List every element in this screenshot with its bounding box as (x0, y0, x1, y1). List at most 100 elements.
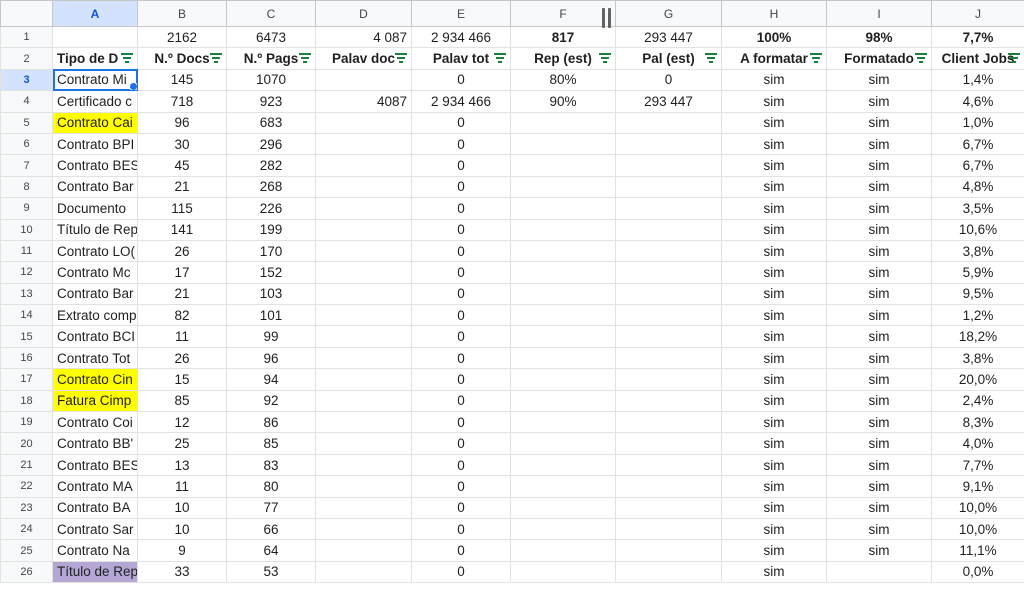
cell-c20[interactable]: 85 (226, 432, 316, 455)
cell-g3[interactable]: 0 (615, 68, 722, 92)
cell-a14[interactable]: Extrato comp (52, 304, 138, 327)
cell-f15[interactable] (510, 325, 616, 348)
cell-c8[interactable]: 268 (226, 175, 316, 199)
cell-f10[interactable] (510, 218, 616, 241)
cell-j19[interactable]: 8,3% (931, 411, 1024, 434)
row-header-13[interactable]: 13 (0, 282, 53, 306)
row-header-2[interactable]: 2 (0, 47, 53, 70)
cell-c22[interactable]: 80 (226, 475, 316, 498)
summary-cell-c[interactable]: 6473 (226, 25, 316, 49)
cell-f11[interactable] (510, 239, 616, 263)
cell-i16[interactable]: sim (826, 346, 932, 370)
cell-e26[interactable]: 0 (411, 560, 511, 584)
cell-h3[interactable]: sim (721, 68, 827, 92)
cell-e8[interactable]: 0 (411, 175, 511, 199)
cell-j6[interactable]: 6,7% (931, 132, 1024, 156)
cell-h24[interactable]: sim (721, 517, 827, 541)
cell-d17[interactable] (315, 368, 412, 391)
cell-h21[interactable]: sim (721, 453, 827, 477)
cell-h5[interactable]: sim (721, 111, 827, 134)
cell-f18[interactable] (510, 389, 616, 413)
cell-j20[interactable]: 4,0% (931, 432, 1024, 455)
cell-g4[interactable]: 293 447 (615, 90, 722, 113)
filter-icon[interactable] (299, 53, 311, 64)
cell-a18[interactable]: Fatura Cimp (52, 389, 138, 413)
cell-e4[interactable]: 2 934 466 (411, 90, 511, 113)
cell-e12[interactable]: 0 (411, 261, 511, 284)
cell-c17[interactable]: 94 (226, 368, 316, 391)
cell-f3[interactable]: 80% (510, 68, 616, 92)
cell-j24[interactable]: 10,0% (931, 517, 1024, 541)
cell-i6[interactable]: sim (826, 132, 932, 156)
cell-h19[interactable]: sim (721, 411, 827, 434)
select-all-corner[interactable] (0, 0, 53, 27)
cell-b24[interactable]: 10 (137, 517, 227, 541)
cell-d21[interactable] (315, 453, 412, 477)
cell-i17[interactable]: sim (826, 368, 932, 391)
cell-c25[interactable]: 64 (226, 539, 316, 562)
cell-j21[interactable]: 7,7% (931, 453, 1024, 477)
header-cell-f[interactable]: Rep (est) (510, 47, 616, 70)
summary-cell-a[interactable] (52, 25, 138, 49)
row-header-11[interactable]: 11 (0, 239, 53, 263)
cell-f8[interactable] (510, 175, 616, 199)
cell-f12[interactable] (510, 261, 616, 284)
column-header-a[interactable]: A (52, 0, 138, 27)
cell-h20[interactable]: sim (721, 432, 827, 455)
cell-j4[interactable]: 4,6% (931, 90, 1024, 113)
row-header-14[interactable]: 14 (0, 304, 53, 327)
cell-e11[interactable]: 0 (411, 239, 511, 263)
column-header-h[interactable]: H (721, 0, 827, 27)
cell-h15[interactable]: sim (721, 325, 827, 348)
cell-i18[interactable]: sim (826, 389, 932, 413)
row-header-25[interactable]: 25 (0, 539, 53, 562)
cell-d3[interactable] (315, 68, 412, 92)
cell-j13[interactable]: 9,5% (931, 282, 1024, 306)
row-header-12[interactable]: 12 (0, 261, 53, 284)
cell-a7[interactable]: Contrato BES (52, 154, 138, 177)
cell-i21[interactable]: sim (826, 453, 932, 477)
cell-b16[interactable]: 26 (137, 346, 227, 370)
cell-c18[interactable]: 92 (226, 389, 316, 413)
cell-g11[interactable] (615, 239, 722, 263)
cell-d22[interactable] (315, 475, 412, 498)
cell-g24[interactable] (615, 517, 722, 541)
cell-f13[interactable] (510, 282, 616, 306)
filter-icon[interactable] (121, 53, 133, 64)
cell-c12[interactable]: 152 (226, 261, 316, 284)
column-header-b[interactable]: B (137, 0, 227, 27)
cell-i10[interactable]: sim (826, 218, 932, 241)
cell-f4[interactable]: 90% (510, 90, 616, 113)
cell-i22[interactable]: sim (826, 475, 932, 498)
cell-b12[interactable]: 17 (137, 261, 227, 284)
row-header-24[interactable]: 24 (0, 517, 53, 541)
cell-d7[interactable] (315, 154, 412, 177)
cell-i15[interactable]: sim (826, 325, 932, 348)
cell-d14[interactable] (315, 304, 412, 327)
cell-a24[interactable]: Contrato Sar (52, 517, 138, 541)
row-header-4[interactable]: 4 (0, 90, 53, 113)
cell-i19[interactable]: sim (826, 411, 932, 434)
row-header-1[interactable]: 1 (0, 25, 53, 49)
cell-f5[interactable] (510, 111, 616, 134)
filter-icon[interactable] (1008, 53, 1020, 64)
cell-h26[interactable]: sim (721, 560, 827, 584)
cell-g25[interactable] (615, 539, 722, 562)
cell-e10[interactable]: 0 (411, 218, 511, 241)
cell-i14[interactable]: sim (826, 304, 932, 327)
cell-e18[interactable]: 0 (411, 389, 511, 413)
cell-c16[interactable]: 96 (226, 346, 316, 370)
cell-b18[interactable]: 85 (137, 389, 227, 413)
cell-b23[interactable]: 10 (137, 496, 227, 519)
cell-h7[interactable]: sim (721, 154, 827, 177)
cell-j15[interactable]: 18,2% (931, 325, 1024, 348)
filter-icon[interactable] (210, 53, 222, 64)
cell-d23[interactable] (315, 496, 412, 519)
cell-c14[interactable]: 101 (226, 304, 316, 327)
column-header-g[interactable]: G (615, 0, 722, 27)
filter-icon[interactable] (915, 53, 927, 64)
cell-c11[interactable]: 170 (226, 239, 316, 263)
summary-cell-e[interactable]: 2 934 466 (411, 25, 511, 49)
cell-d25[interactable] (315, 539, 412, 562)
cell-b7[interactable]: 45 (137, 154, 227, 177)
